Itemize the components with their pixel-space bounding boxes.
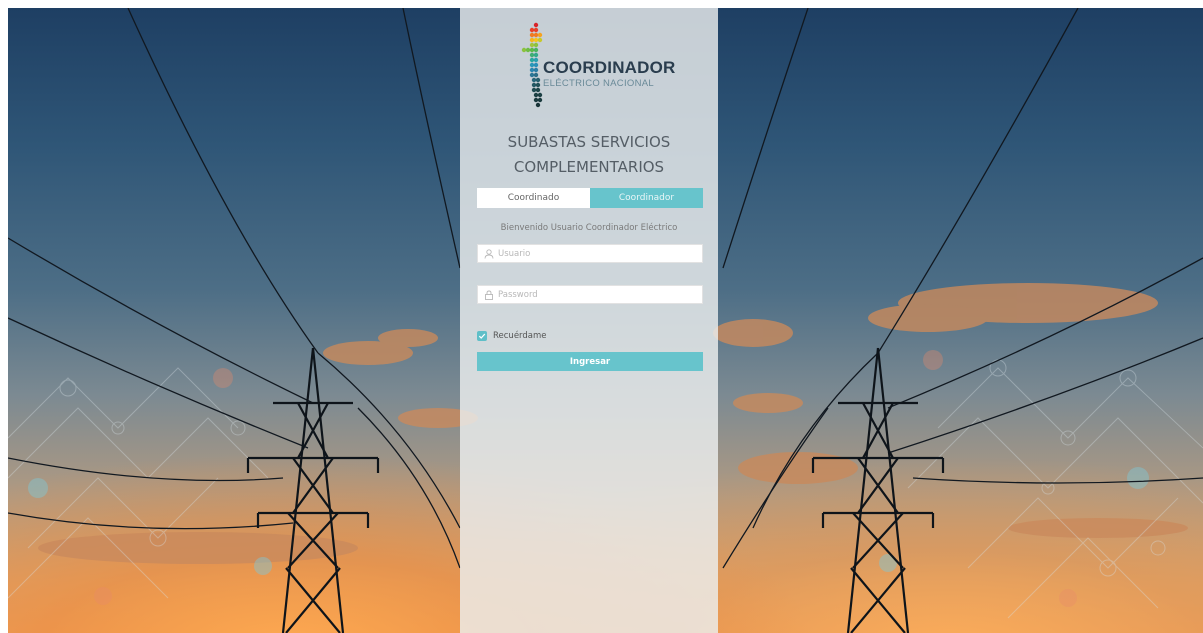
password-field-wrapper bbox=[477, 285, 703, 304]
tab-coordinador[interactable]: Coordinador bbox=[590, 188, 703, 208]
coordinador-logo: COORDINADOR ELÉCTRICO NACIONAL bbox=[520, 22, 675, 114]
title-line-1: SUBASTAS SERVICIOS bbox=[507, 133, 671, 151]
user-type-tabs: Coordinado Coordinador bbox=[477, 188, 703, 208]
right-pylon bbox=[811, 347, 945, 633]
username-input[interactable] bbox=[496, 248, 688, 259]
brand-name: COORDINADOR bbox=[543, 58, 676, 77]
page-title: SUBASTAS SERVICIOS COMPLEMENTARIOS bbox=[460, 130, 718, 180]
username-field-wrapper bbox=[477, 244, 703, 263]
login-panel: COORDINADOR ELÉCTRICO NACIONAL SUBASTAS … bbox=[460, 8, 718, 633]
tab-coordinado[interactable]: Coordinado bbox=[477, 188, 590, 208]
page-frame: COORDINADOR ELÉCTRICO NACIONAL SUBASTAS … bbox=[8, 8, 1203, 633]
password-input[interactable] bbox=[496, 289, 688, 300]
login-button[interactable]: Ingresar bbox=[477, 352, 703, 371]
title-line-2: COMPLEMENTARIOS bbox=[513, 158, 665, 176]
brand-subtitle: ELÉCTRICO NACIONAL bbox=[543, 78, 654, 89]
remember-me-label: Recuérdame bbox=[493, 331, 547, 341]
remember-me-checkbox[interactable]: Recuérdame bbox=[477, 331, 547, 341]
lock-icon bbox=[482, 288, 496, 302]
user-icon bbox=[482, 247, 496, 261]
welcome-message: Bienvenido Usuario Coordinador Eléctrico bbox=[500, 223, 678, 233]
check-icon[interactable] bbox=[477, 331, 487, 341]
